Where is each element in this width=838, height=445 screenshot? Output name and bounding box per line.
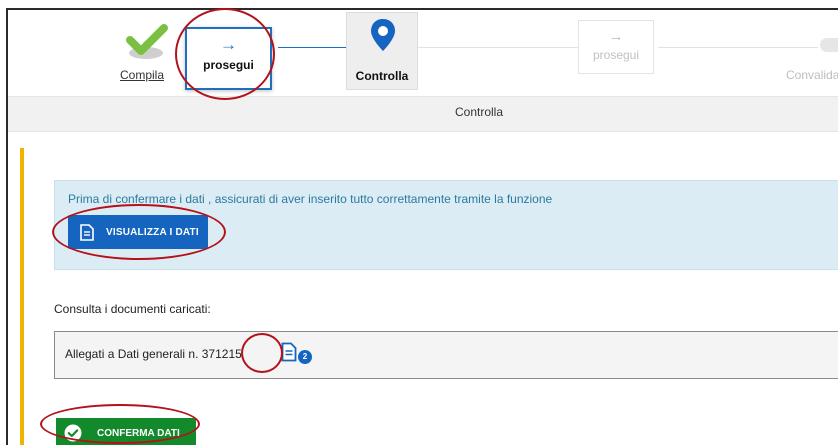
attachment-count-badge: 2 [298, 350, 312, 364]
info-panel: Prima di confermare i dati , assicurati … [54, 180, 838, 270]
step-controlla-label: Controlla [355, 69, 409, 83]
confirm-data-label: CONFERMA DATI [97, 427, 180, 439]
main-content: Prima di confermare i dati , assicurati … [20, 148, 838, 445]
prosegui-button[interactable]: → prosegui [185, 27, 272, 90]
wizard-stepper: Compila → prosegui Controlla → prosegui … [8, 10, 838, 96]
map-pin-icon [371, 19, 395, 51]
prosegui-label: prosegui [203, 58, 254, 72]
attachments-row: Allegati a Dati generali n. 371215 2 [54, 331, 838, 379]
confirm-data-button[interactable]: CONFERMA DATI [56, 418, 196, 445]
view-data-label: VISUALIZZA I DATI [106, 226, 199, 238]
step-controlla: Controlla [346, 12, 418, 90]
documents-title: Consulta i documenti caricati: [54, 302, 211, 316]
step-future-marker [820, 38, 838, 52]
app-frame: Compila → prosegui Controlla → prosegui … [6, 8, 838, 445]
prosegui-button-disabled: → prosegui [578, 20, 654, 74]
prosegui-disabled-label: prosegui [592, 48, 640, 62]
step-connector [658, 47, 818, 48]
attachment-label: Allegati a Dati generali n. 371215 [65, 347, 242, 361]
info-message: Prima di confermare i dati , assicurati … [68, 192, 553, 206]
section-header-bar: Controlla [8, 96, 838, 132]
arrow-right-icon: → [608, 28, 624, 45]
arrow-right-icon: → [220, 35, 237, 54]
step-compila-link[interactable]: Compila [120, 68, 164, 82]
check-circle-icon [64, 424, 82, 442]
section-title: Controlla [455, 105, 504, 119]
step-connector [418, 47, 588, 48]
document-icon [80, 223, 94, 241]
checkmark-icon [126, 24, 168, 59]
view-data-button[interactable]: VISUALIZZA I DATI [68, 215, 208, 249]
document-icon[interactable] [281, 342, 297, 362]
step-convalida-label: Convalida [786, 68, 838, 82]
